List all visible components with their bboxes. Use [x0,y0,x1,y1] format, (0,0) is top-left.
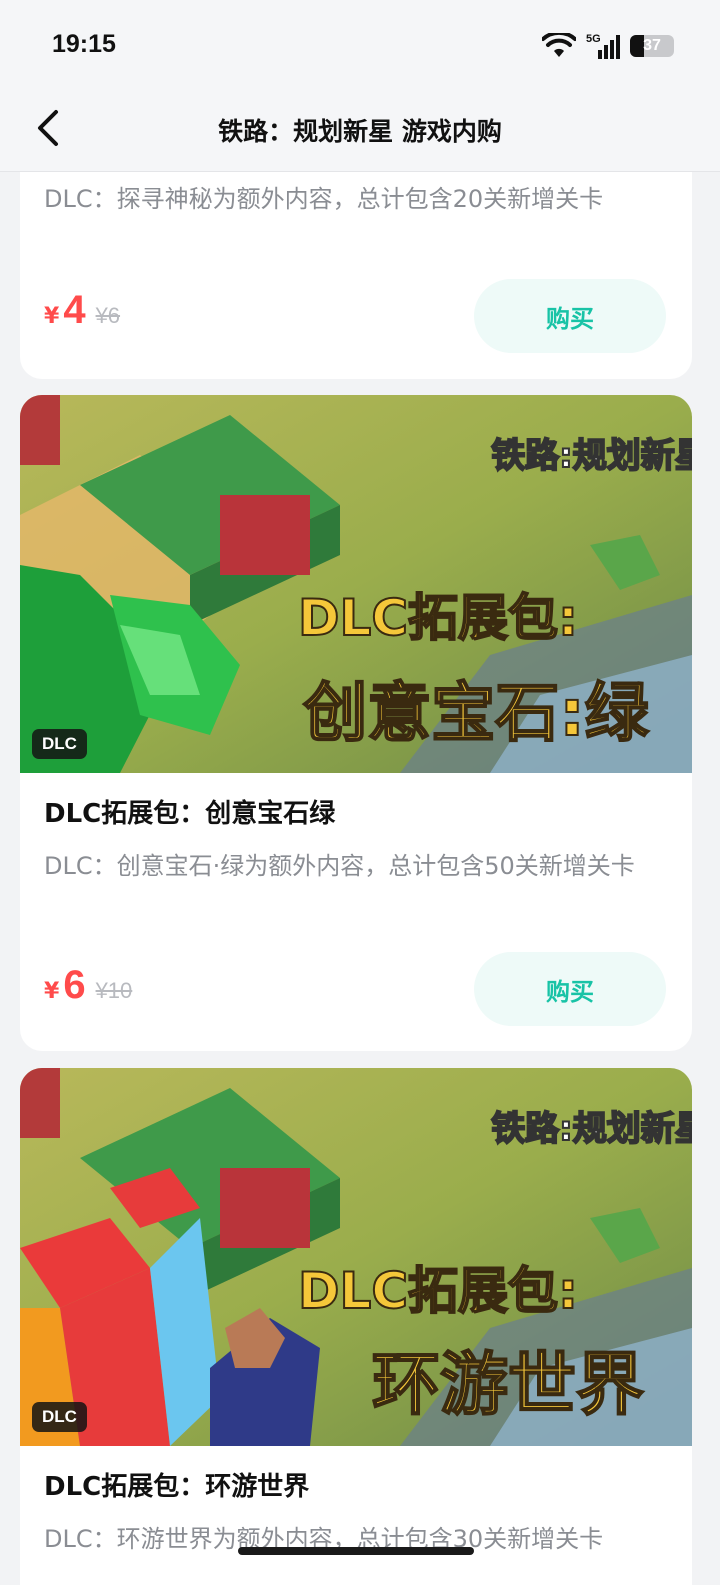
buy-button[interactable]: 购买 [474,279,666,353]
status-icons: 5G 37 [542,30,674,62]
dlc-banner-image[interactable]: 铁路:规划新星 DLC拓展包: 环游世界 DLC [20,1068,692,1446]
original-price: ¥6 [95,303,121,328]
banner-logo: 铁路:规划新星 [491,1109,692,1149]
card-title: DLC拓展包：环游世界 [44,1472,310,1502]
wifi-icon [542,33,576,57]
battery-icon: 37 [630,35,674,57]
dlc-card: 铁路:规划新星 DLC拓展包: 创意宝石:绿 DLC DLC拓展包：创意宝石绿 … [20,395,692,1051]
banner-line-1: DLC拓展包: [298,589,578,647]
dlc-card: DLC：探寻神秘为额外内容，总计包含20关新增关卡 ¥ 4 ¥6 购买 [20,172,692,379]
card-description: DLC：探寻神秘为额外内容，总计包含20关新增关卡 [44,185,604,213]
network-label: 5G [586,33,601,45]
status-bar: 19:15 5G 37 [0,0,720,92]
card-description: DLC：创意宝石·绿为额外内容，总计包含50关新增关卡 [44,852,635,880]
price: ¥ 4 ¥6 [44,288,120,333]
current-price: 6 [63,963,86,1007]
dlc-card: 铁路:规划新星 DLC拓展包: 环游世界 DLC DLC拓展包：环游世界 DLC… [20,1068,692,1585]
banner-line-2: 环游世界 [372,1346,644,1425]
banner-line-2: 创意宝石:绿 [303,677,650,751]
card-title: DLC拓展包：创意宝石绿 [44,799,336,829]
price: ¥ 6 ¥10 [44,963,132,1008]
currency-symbol: ¥ [44,304,60,329]
original-price: ¥10 [95,978,133,1003]
current-price: 4 [63,288,86,332]
buy-button[interactable]: 购买 [474,952,666,1026]
home-indicator[interactable] [238,1547,474,1555]
dlc-banner-image[interactable]: 铁路:规划新星 DLC拓展包: 创意宝石:绿 DLC [20,395,692,773]
cellular-signal-icon: 5G [586,33,620,59]
nav-bar: 铁路：规划新星 游戏内购 [0,92,720,172]
dlc-tag-badge: DLC [32,729,87,759]
battery-level: 37 [643,37,661,54]
currency-symbol: ¥ [44,979,60,1004]
banner-line-1: DLC拓展包: [298,1262,578,1320]
page-title: 铁路：规划新星 游戏内购 [218,117,502,146]
dlc-list[interactable]: DLC：探寻神秘为额外内容，总计包含20关新增关卡 ¥ 4 ¥6 购买 铁路:规… [0,172,720,1585]
status-time: 19:15 [52,30,116,58]
banner-logo: 铁路:规划新星 [491,436,692,476]
dlc-tag-badge: DLC [32,1402,87,1432]
